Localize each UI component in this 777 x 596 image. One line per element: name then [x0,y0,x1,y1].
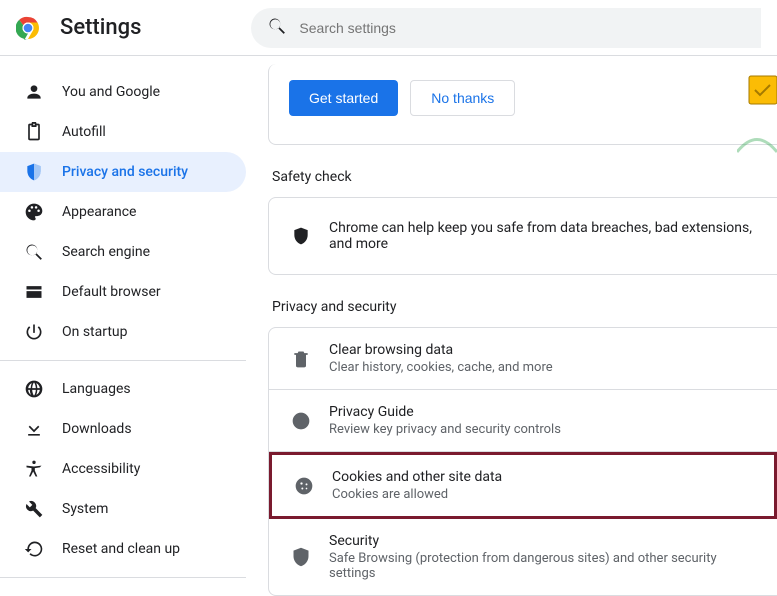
shield-icon [24,162,44,182]
sidebar-item-appearance[interactable]: Appearance [0,192,246,232]
palette-icon [24,202,44,222]
globe-icon [24,379,44,399]
sidebar-divider [0,360,246,361]
header: Settings [0,0,777,56]
get-started-button[interactable]: Get started [289,80,398,116]
sidebar-item-languages[interactable]: Languages [0,369,246,409]
clipboard-icon [24,122,44,142]
sidebar-item-label: System [62,501,108,517]
download-icon [24,419,44,439]
sidebar-divider [0,577,246,578]
sidebar-item-label: Languages [62,381,131,397]
main-content: Get started No thanks Safety check Chrom… [256,56,777,596]
sidebar-item-downloads[interactable]: Downloads [0,409,246,449]
sidebar-item-autofill[interactable]: Autofill [0,112,246,152]
item-title: Cookies and other site data [332,469,502,485]
safety-check-text: Chrome can help keep you safe from data … [329,220,765,252]
trash-icon [291,349,311,369]
item-title: Privacy Guide [329,404,561,420]
list-item-clear-browsing-data[interactable]: Clear browsing data Clear history, cooki… [269,328,777,390]
list-item-security[interactable]: Security Safe Browsing (protection from … [269,519,777,595]
sidebar-item-label: Default browser [62,284,161,300]
sidebar-item-label: Privacy and security [62,164,188,180]
sidebar-item-label: Downloads [62,421,132,437]
sidebar-item-label: Reset and clean up [62,541,180,557]
item-title: Security [329,533,765,549]
sidebar-item-label: You and Google [62,84,160,100]
item-subtitle: Review key privacy and security controls [329,422,561,437]
item-subtitle: Clear history, cookies, cache, and more [329,360,553,375]
list-item-privacy-guide[interactable]: Privacy Guide Review key privacy and sec… [269,390,777,452]
privacy-list: Clear browsing data Clear history, cooki… [268,327,777,596]
accessibility-icon [24,459,44,479]
sidebar-item-label: Search engine [62,244,150,260]
power-icon [24,322,44,342]
sidebar: You and Google Autofill Privacy and secu… [0,56,256,596]
item-subtitle: Cookies are allowed [332,487,502,502]
shield-check-icon [291,226,311,246]
wrench-icon [24,499,44,519]
section-title-safety-check: Safety check [272,169,777,185]
sidebar-item-label: Appearance [62,204,136,220]
compass-icon [291,411,311,431]
search-box[interactable] [251,8,761,48]
promo-card: Get started No thanks [268,64,777,145]
sidebar-item-label: On startup [62,324,128,340]
sidebar-item-label: Autofill [62,124,106,140]
sidebar-item-on-startup[interactable]: On startup [0,312,246,352]
browser-icon [24,282,44,302]
page-title: Settings [60,15,141,40]
sidebar-item-you-and-google[interactable]: You and Google [0,72,246,112]
item-title: Clear browsing data [329,342,553,358]
sidebar-item-reset-and-clean-up[interactable]: Reset and clean up [0,529,246,569]
search-icon [267,16,287,40]
search-input[interactable] [299,20,745,36]
no-thanks-button[interactable]: No thanks [410,80,515,116]
sidebar-item-default-browser[interactable]: Default browser [0,272,246,312]
safety-check-card[interactable]: Chrome can help keep you safe from data … [268,197,777,275]
sidebar-item-label: Accessibility [62,461,140,477]
sidebar-item-accessibility[interactable]: Accessibility [0,449,246,489]
shield-icon [291,547,311,567]
person-icon [24,82,44,102]
restore-icon [24,539,44,559]
list-item-cookies[interactable]: Cookies and other site data Cookies are … [269,452,777,519]
sidebar-item-search-engine[interactable]: Search engine [0,232,246,272]
sidebar-item-privacy-and-security[interactable]: Privacy and security [0,152,246,192]
search-icon [24,242,44,262]
cookie-icon [294,476,314,496]
item-subtitle: Safe Browsing (protection from dangerous… [329,551,765,581]
promo-graphic-icon [737,72,777,166]
sidebar-item-system[interactable]: System [0,489,246,529]
chrome-logo-icon [16,16,40,40]
section-title-privacy: Privacy and security [272,299,777,315]
